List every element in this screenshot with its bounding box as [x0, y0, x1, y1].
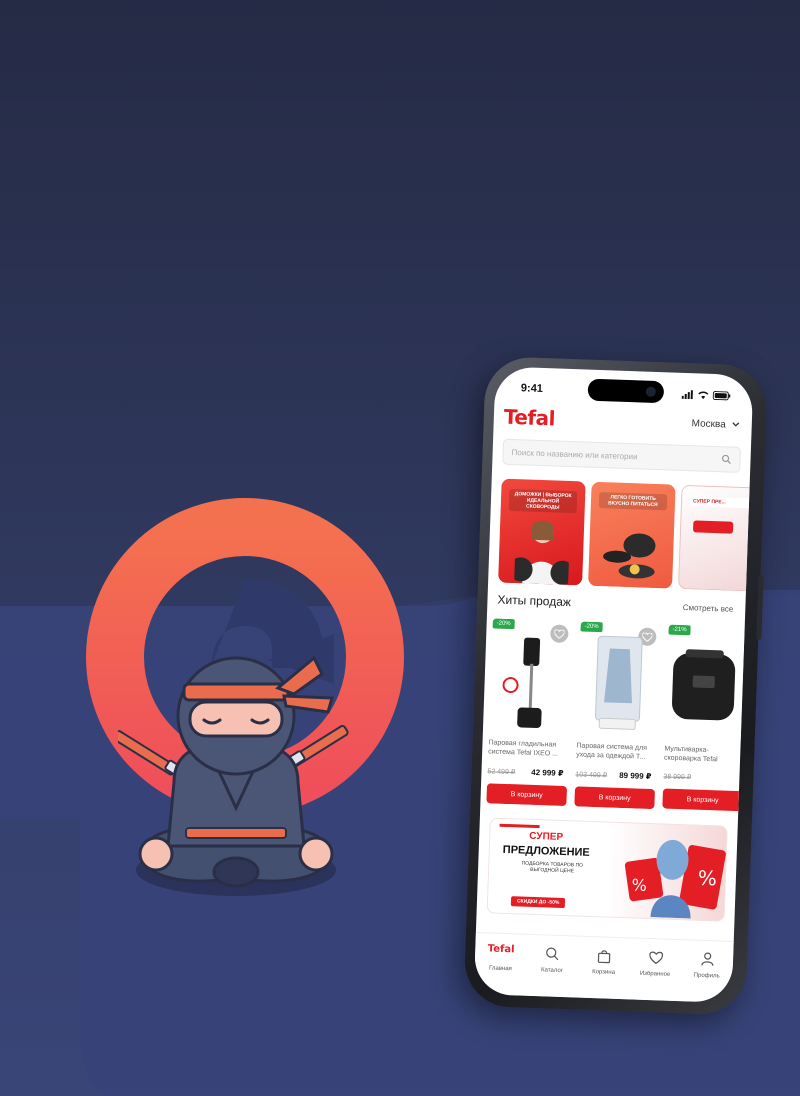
see-all-link[interactable]: Смотреть все [683, 603, 734, 614]
phone-mockup: 9:41 Tefal Москва Поиск по названию или … [463, 356, 768, 1016]
tab-cart[interactable]: Корзина [580, 947, 628, 1000]
garment-care-image [594, 635, 643, 730]
user-icon [698, 951, 717, 968]
product-image[interactable]: -21% [664, 624, 746, 740]
banner-card[interactable]: ДОМОЖКИ | ВЫБОРОК ИДЕАЛЬНОЙ СКОВОРОДЫ [498, 478, 586, 586]
promo-line2: ПРЕДЛОЖЕНИЕ [502, 843, 590, 859]
promo-line1: СУПЕР [529, 830, 564, 843]
product-prices: 52 499 ₽ 42 999 ₽ [487, 766, 567, 778]
multicooker-image [672, 649, 736, 721]
search-icon [543, 945, 562, 962]
discount-badge: -20% [492, 618, 515, 630]
hits-title: Хиты продаж [497, 592, 572, 610]
discount-badge: -20% [580, 621, 603, 633]
steamer-image [502, 637, 542, 729]
scene: 9:41 Tefal Москва Поиск по названию или … [0, 0, 800, 1096]
search-icon [721, 454, 731, 465]
tab-profile[interactable]: Профиль [683, 950, 731, 1003]
brand-logo-tab: Tefal [487, 943, 515, 956]
product-name: Паровая гладильная система Tefal IXEO ..… [488, 739, 559, 758]
discount-badge: -21% [668, 624, 691, 636]
tab-label: Профиль [693, 972, 720, 980]
tab-label: Главная [488, 965, 512, 973]
new-price: 89 999 ₽ [619, 770, 652, 782]
product-name: Паровая система для ухода за одеждой T..… [576, 742, 648, 761]
city-label: Москва [691, 417, 726, 430]
bag-icon [595, 947, 614, 964]
product-name: Мультиварка-скороварка Tefal [663, 745, 718, 764]
product-card[interactable]: -20% Паровая гладильная система Tefal IX… [486, 618, 573, 807]
banner-card[interactable]: СУПЕР ПРЕ... [677, 484, 751, 592]
status-icons [681, 389, 731, 400]
search-placeholder: Поиск по названию или категории [511, 447, 638, 461]
tab-favorites[interactable]: Избранное [631, 948, 679, 1001]
bottom-tab-bar: Tefal Главная Каталог Корзина Избранное … [473, 931, 734, 1003]
tab-label: Корзина [592, 969, 616, 976]
chevron-down-icon [732, 422, 740, 427]
promo-sale-badge: СКИДКИ ДО -50% [510, 896, 566, 909]
promo-red-stripe [499, 823, 540, 829]
promo-line3: ПОДБОРКА ТОВАРОВ ПО ВЫГОДНОЙ ЦЕНЕ [521, 860, 584, 875]
product-image[interactable]: -20% [576, 621, 661, 737]
product-image[interactable]: -20% [488, 618, 573, 734]
banner-card[interactable]: ЛЕГКО ГОТОВИТЬ ВКУСНО ПИТАТЬСЯ [588, 481, 676, 589]
old-price: 103 499 ₽ [575, 771, 608, 780]
signal-icon [681, 389, 693, 399]
product-prices: 103 499 ₽ 89 999 ₽ [575, 769, 655, 781]
status-time: 9:41 [520, 382, 544, 396]
brand-logo[interactable]: Tefal [503, 405, 555, 431]
add-to-cart-button[interactable]: В корзину [662, 788, 743, 812]
wifi-icon [698, 391, 709, 399]
promo-banner[interactable]: СУПЕР ПРЕДЛОЖЕНИЕ ПОДБОРКА ТОВАРОВ ПО ВЫ… [486, 817, 728, 922]
old-price: 52 499 ₽ [487, 768, 516, 777]
city-selector[interactable]: Москва [691, 417, 740, 431]
app-screen: 9:41 Tefal Москва Поиск по названию или … [473, 366, 754, 1003]
add-to-cart-button[interactable]: В корзину [574, 786, 655, 810]
heart-icon [646, 949, 665, 966]
tab-label: Каталог [540, 967, 563, 975]
svg-text:%: % [631, 875, 647, 895]
new-price: 42 999 ₽ [531, 767, 564, 778]
banner-title: ЛЕГКО ГОТОВИТЬ ВКУСНО ПИТАТЬСЯ [598, 492, 668, 511]
ninja-mascot-icon [118, 655, 349, 896]
banner-carousel[interactable]: ДОМОЖКИ | ВЫБОРОК ИДЕАЛЬНОЙ СКОВОРОДЫ ЛЕ… [488, 464, 751, 592]
banner-title: СУПЕР ПРЕ... [689, 496, 751, 509]
banner-title: ДОМОЖКИ | ВЫБОРОК ИДЕАЛЬНОЙ СКОВОРОДЫ [508, 488, 578, 514]
battery-icon [712, 390, 731, 400]
tab-label: Избранное [639, 970, 671, 978]
promo-bust-image: % % [624, 839, 726, 919]
tab-home[interactable]: Tefal Главная [477, 943, 525, 996]
product-card[interactable]: -20% Паровая система для ухода за одеждо… [574, 621, 661, 810]
banner-sale-chip [692, 520, 734, 534]
dynamic-island [587, 378, 665, 404]
product-prices: 38 999 ₽ [663, 772, 743, 783]
old-price: 38 999 ₽ [663, 773, 692, 782]
product-card[interactable]: -21% Мультиварка-скороварка Tefal 38 999… [662, 624, 746, 813]
product-carousel[interactable]: -20% Паровая гладильная система Tefal IX… [480, 606, 746, 813]
tab-catalog[interactable]: Каталог [528, 945, 576, 998]
svg-text:%: % [698, 866, 718, 891]
banner-person-image [514, 520, 571, 585]
banner-cookware-image [603, 533, 656, 579]
add-to-cart-button[interactable]: В корзину [486, 783, 568, 807]
